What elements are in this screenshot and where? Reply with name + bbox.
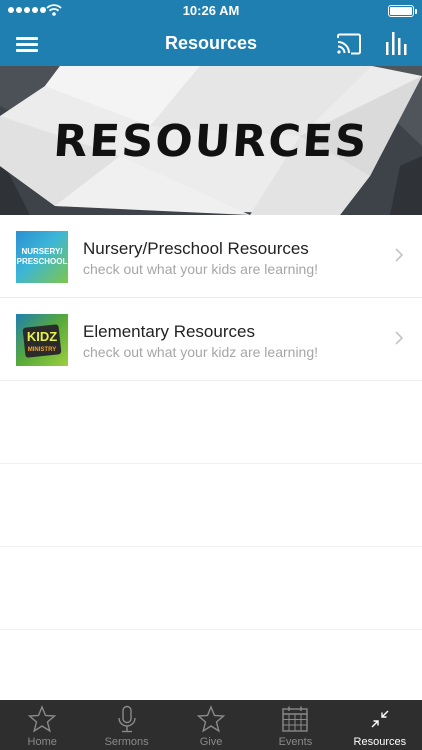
tab-label: Resources xyxy=(353,736,407,748)
kidz-ministry-thumbnail: KIDZ MINISTRY xyxy=(16,314,68,366)
collapse-arrows-icon xyxy=(371,710,389,728)
kidz-thumbnail-sublabel: MINISTRY xyxy=(27,347,57,353)
nursery-thumbnail-line-2: PRESCHOOL xyxy=(16,257,68,266)
status-time: 10:26 AM xyxy=(182,3,240,18)
tab-home[interactable]: Home xyxy=(0,700,84,750)
tab-resources[interactable]: Resources xyxy=(338,700,422,750)
empty-row xyxy=(0,464,422,547)
star-icon xyxy=(28,705,57,733)
resources-banner: RESOURCES xyxy=(0,66,422,215)
list-item-title: Elementary Resources xyxy=(83,322,255,341)
nursery-thumbnail: NURSERY/ PRESCHOOL xyxy=(16,231,68,283)
star-icon xyxy=(197,705,226,733)
battery-icon xyxy=(388,5,417,17)
tab-events[interactable]: Events xyxy=(253,700,337,750)
nursery-thumbnail-line-1: NURSERY/ xyxy=(21,247,63,256)
chevron-right-icon xyxy=(395,331,404,345)
microphone-icon xyxy=(117,705,136,733)
empty-row xyxy=(0,547,422,630)
tab-label: Events xyxy=(278,736,313,748)
kidz-thumbnail-label: KIDZ xyxy=(26,329,58,344)
calendar-icon xyxy=(282,706,309,732)
banner-title: RESOURCES xyxy=(51,116,371,167)
nursery-thumbnail-label: NURSERY/ PRESCHOOL xyxy=(16,247,68,267)
tab-label: Give xyxy=(199,736,223,748)
list-item-subtitle: check out what your kidz are learning! xyxy=(83,344,319,360)
list-item-nursery-preschool[interactable]: NURSERY/ PRESCHOOL Nursery/Preschool Res… xyxy=(0,215,422,298)
tab-label: Home xyxy=(27,736,57,748)
status-bar: 10:26 AM xyxy=(0,0,422,22)
tab-label: Sermons xyxy=(104,736,149,748)
list-item-title: Nursery/Preschool Resources xyxy=(83,239,309,258)
menu-icon[interactable] xyxy=(16,35,40,53)
tab-sermons[interactable]: Sermons xyxy=(84,700,168,750)
bar-chart-icon[interactable] xyxy=(384,30,408,56)
tab-give[interactable]: Give xyxy=(169,700,253,750)
nav-bar: Resources xyxy=(0,22,422,66)
cast-icon[interactable] xyxy=(336,32,362,56)
empty-row xyxy=(0,381,422,464)
resource-list: NURSERY/ PRESCHOOL Nursery/Preschool Res… xyxy=(0,215,422,713)
tab-bar: Home Sermons Give Events Resources xyxy=(0,700,422,750)
chevron-right-icon xyxy=(395,248,404,262)
list-item-elementary[interactable]: KIDZ MINISTRY Elementary Resources check… xyxy=(0,298,422,381)
app-screen: 10:26 AM Resources RESOURCES NURSERY/ PR… xyxy=(0,0,422,750)
list-item-subtitle: check out what your kids are learning! xyxy=(83,261,319,277)
